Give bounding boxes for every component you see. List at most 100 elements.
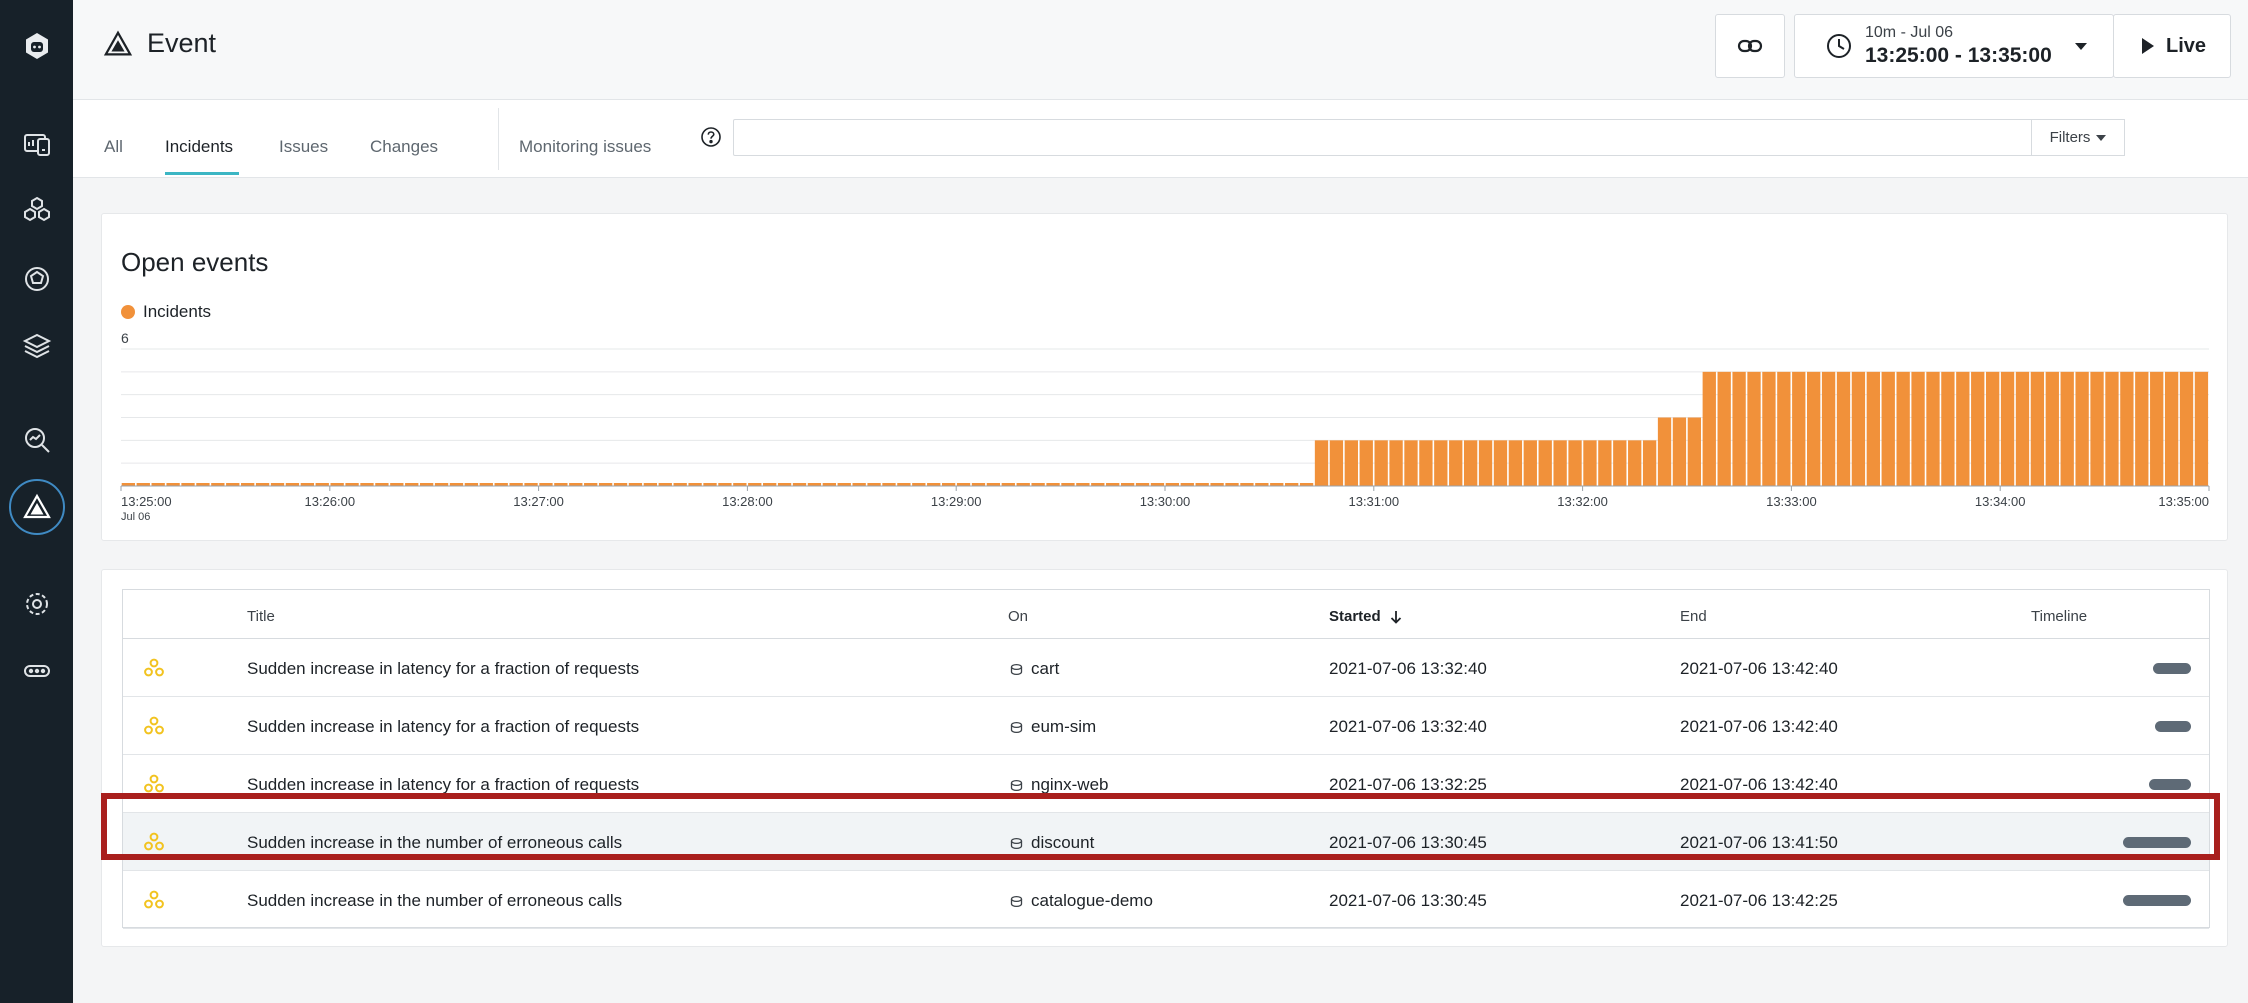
chart-bar [1717, 371, 1731, 486]
service-icon [1010, 779, 1023, 791]
service-icon [1010, 663, 1023, 675]
incident-icon [144, 774, 164, 793]
page-title: Event [103, 28, 216, 59]
x-tick-label: 13:32:00 [1557, 494, 1608, 509]
table-row[interactable]: Sudden increase in the number of erroneo… [123, 871, 2209, 929]
chart-bar [1628, 440, 1642, 486]
chart-bar [1538, 440, 1552, 486]
column-timeline[interactable]: Timeline [2031, 608, 2087, 625]
chart-bar [1702, 371, 1716, 486]
column-title[interactable]: Title [247, 608, 275, 625]
column-end[interactable]: End [1680, 608, 1707, 625]
chart-bar [1956, 371, 1970, 486]
row-end: 2021-07-06 13:42:40 [1680, 775, 1838, 794]
chart-bar [1642, 440, 1657, 486]
tab-all[interactable]: All [104, 137, 123, 157]
chart-bar [1792, 371, 1806, 486]
analytics-icon[interactable] [19, 422, 55, 458]
service-icon [1010, 837, 1023, 849]
search-input[interactable] [733, 119, 2038, 156]
chart-bar [1971, 371, 1985, 486]
chart-bar [1478, 440, 1493, 486]
legend-label: Incidents [143, 302, 212, 321]
chart-bar [1613, 440, 1627, 486]
row-entity[interactable]: nginx-web [1010, 775, 1109, 795]
filters-button[interactable]: Filters [2031, 119, 2125, 156]
x-tick-label: 13:34:00 [1975, 494, 2026, 509]
help-icon[interactable] [700, 126, 722, 148]
chart-bar [1941, 371, 1955, 486]
open-events-panel: 6 13:25:00 13:26:00 13:27:00 13:28:00 13:29:0… [101, 213, 2228, 541]
more-icon[interactable] [19, 653, 55, 689]
chart-bar [1687, 417, 1702, 486]
timeline-bar [2155, 721, 2191, 732]
applications-icon[interactable] [19, 192, 55, 228]
dashboard-icon[interactable] [19, 126, 55, 162]
tab-changes[interactable]: Changes [370, 137, 438, 157]
row-title: Sudden increase in latency for a fractio… [247, 659, 640, 678]
y-tick-label: 6 [121, 330, 129, 346]
service-icon [1010, 721, 1023, 733]
chart-bar [1344, 440, 1358, 486]
legend-swatch [121, 305, 135, 319]
row-entity[interactable]: cart [1010, 659, 1059, 679]
row-started: 2021-07-06 13:30:45 [1329, 891, 1487, 910]
events-icon[interactable] [8, 479, 65, 535]
live-button[interactable]: Live [2113, 14, 2231, 78]
incident-icon [144, 716, 164, 735]
table-row[interactable]: Sudden increase in latency for a fractio… [123, 697, 2209, 755]
row-end: 2021-07-06 13:41:50 [1680, 833, 1838, 852]
chart-bar [1657, 417, 1672, 486]
active-tab-indicator [165, 172, 239, 175]
platforms-icon[interactable] [19, 261, 55, 297]
events-table: Title On Started End Timeline Sudden inc… [122, 589, 2210, 929]
row-title: Sudden increase in latency for a fractio… [247, 775, 640, 794]
chart-bar [1598, 440, 1612, 486]
timeline-bar [2123, 895, 2191, 906]
chart-bar [1896, 371, 1910, 486]
row-entity[interactable]: eum-sim [1010, 717, 1096, 737]
live-label: Live [2166, 34, 2207, 57]
tab-issues[interactable]: Issues [279, 137, 328, 157]
chart-bar [2015, 371, 2030, 486]
tab-incidents[interactable]: Incidents [165, 137, 233, 157]
x-tick-label: 13:30:00 [1140, 494, 1191, 509]
x-tick-label: 13:33:00 [1766, 494, 1817, 509]
chart-bar [2105, 371, 2119, 486]
row-started: 2021-07-06 13:32:25 [1329, 775, 1487, 794]
chart-bar [1434, 440, 1448, 486]
chart-bar [1493, 440, 1508, 486]
table-row[interactable]: Sudden increase in latency for a fractio… [123, 755, 2209, 813]
settings-icon[interactable] [19, 586, 55, 622]
row-entity[interactable]: catalogue-demo [1010, 891, 1153, 911]
row-title: Sudden increase in the number of erroneo… [247, 891, 623, 910]
time-range-value: 13:25:00 - 13:35:00 [1865, 44, 2052, 67]
chart-bar [1419, 440, 1433, 486]
row-end: 2021-07-06 13:42:40 [1680, 717, 1838, 736]
chart-bar [2060, 371, 2074, 486]
chart-bar [2135, 371, 2149, 486]
sort-descending-icon [1390, 610, 1401, 624]
column-started[interactable]: Started [1329, 608, 1403, 625]
logo-icon[interactable] [19, 28, 55, 64]
chart-bar [2120, 371, 2134, 486]
table-row[interactable]: Sudden increase in the number of erroneo… [123, 813, 2209, 871]
row-end: 2021-07-06 13:42:40 [1680, 659, 1838, 678]
table-row[interactable]: Sudden increase in latency for a fractio… [123, 639, 2209, 697]
chart-bar [1807, 371, 1821, 486]
time-range-picker[interactable]: 10m - Jul 06 13:25:00 - 13:35:00 [1794, 14, 2114, 78]
infrastructure-icon[interactable] [19, 328, 55, 364]
chart-bar [1329, 440, 1344, 486]
copy-link-button[interactable] [1715, 14, 1785, 78]
chart-bar [1449, 440, 1463, 486]
column-on[interactable]: On [1008, 608, 1028, 625]
chart-bar [1553, 440, 1567, 486]
row-title: Sudden increase in latency for a fractio… [247, 717, 640, 736]
incident-icon [144, 890, 164, 909]
incident-icon [144, 658, 164, 677]
tab-monitoring-issues[interactable]: Monitoring issues [519, 137, 651, 157]
x-tick-label: 13:25:00 [121, 494, 172, 509]
chart-bar [1866, 371, 1880, 486]
chart-bar [1583, 440, 1597, 486]
row-entity[interactable]: discount [1010, 833, 1094, 853]
